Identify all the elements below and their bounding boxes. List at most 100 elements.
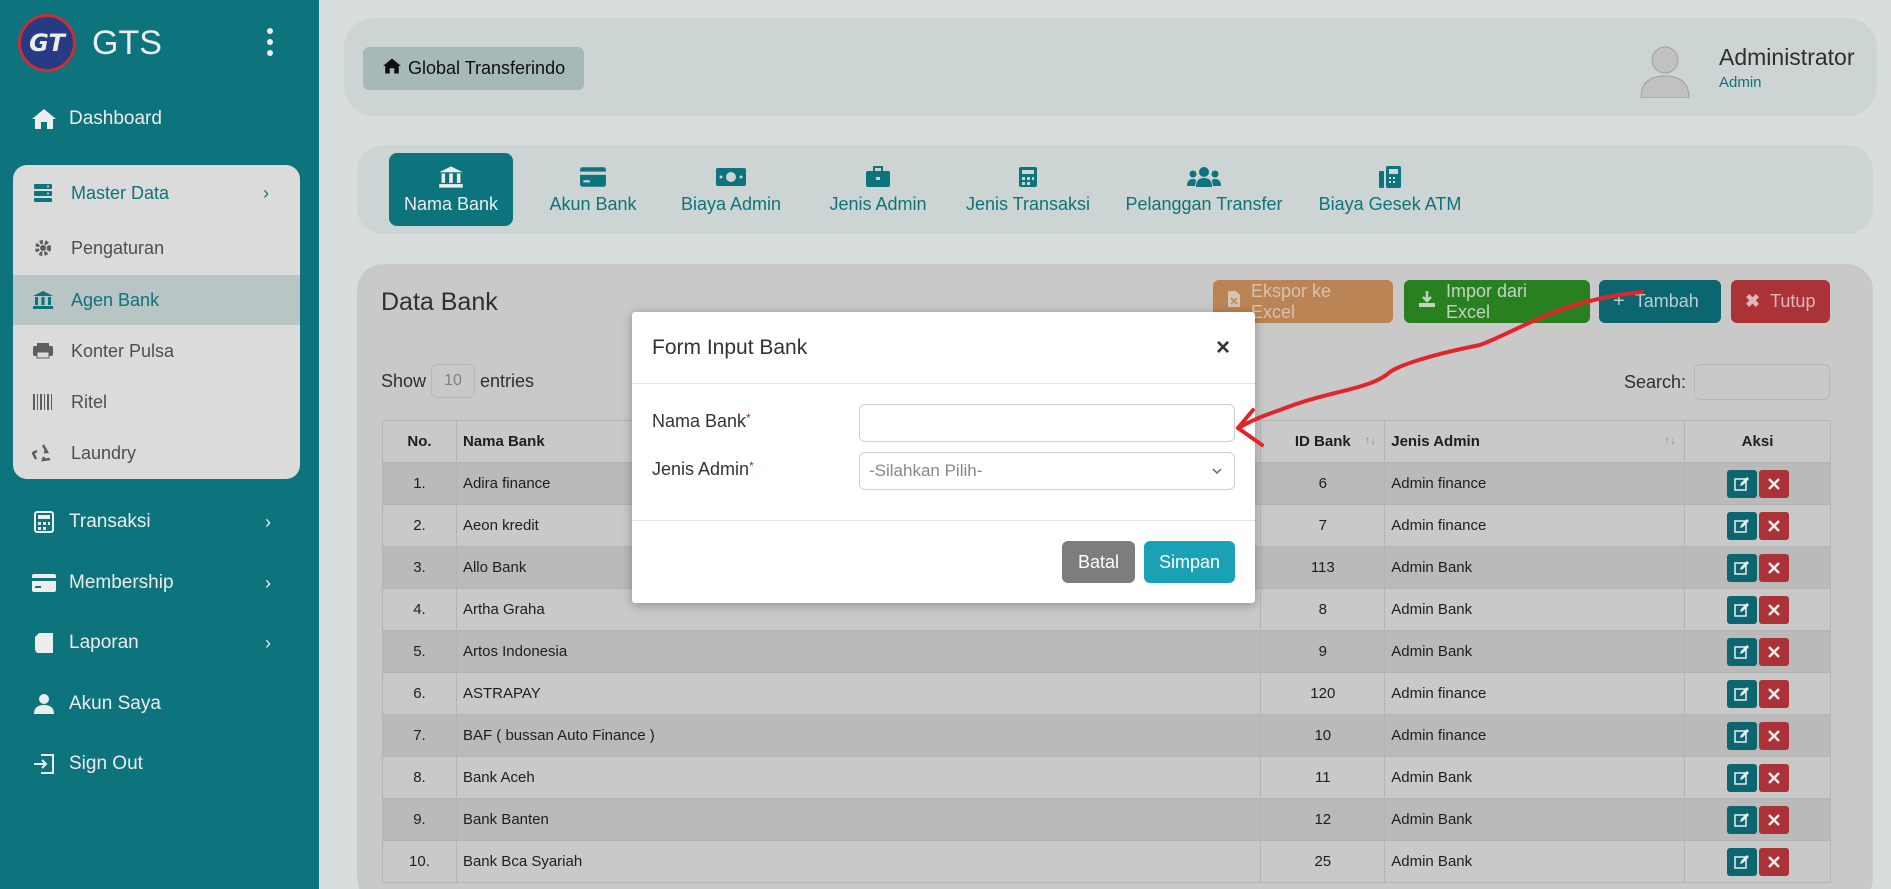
- edit-button[interactable]: [1726, 469, 1757, 498]
- tab-label: Biaya Admin: [680, 194, 782, 214]
- cell-id-bank: 25: [1260, 840, 1386, 883]
- delete-button[interactable]: [1758, 595, 1789, 624]
- tab-biaya-gesek-atm[interactable]: Biaya Gesek ATM: [1315, 153, 1465, 226]
- divider: [632, 383, 1255, 384]
- delete-button[interactable]: [1758, 637, 1789, 666]
- cell-jenis-admin: Admin finance: [1384, 672, 1686, 715]
- import-excel-button[interactable]: Impor dari Excel: [1404, 280, 1590, 323]
- kebab-menu-icon[interactable]: [267, 28, 273, 56]
- cell-id-bank: 113: [1260, 546, 1386, 589]
- cell-id-bank: 9: [1260, 630, 1386, 673]
- edit-icon: [1733, 518, 1749, 533]
- edit-button[interactable]: [1726, 805, 1757, 834]
- sidebar: GT GTS Dashboard Master Data › Pengatura…: [0, 0, 319, 889]
- close-icon: [1767, 729, 1780, 742]
- edit-button[interactable]: [1726, 847, 1757, 876]
- sidebar-item-dashboard[interactable]: Dashboard: [30, 107, 162, 131]
- sidebar-item-transaksi[interactable]: Transaksi ›: [30, 510, 271, 534]
- search-label: Search:: [1624, 372, 1687, 392]
- cell-id-bank: 8: [1260, 588, 1386, 631]
- briefcase-icon: [865, 164, 891, 190]
- show-entries: Show 10 entries: [381, 364, 534, 398]
- tab-pelanggan-transfer[interactable]: Pelanggan Transfer: [1123, 153, 1285, 226]
- sidebar-item-pengaturan[interactable]: Pengaturan: [13, 223, 300, 273]
- cancel-button[interactable]: Batal: [1062, 541, 1135, 583]
- file-excel-icon: [1227, 290, 1241, 313]
- cell-jenis-admin: Admin finance: [1384, 504, 1686, 547]
- delete-button[interactable]: [1758, 721, 1789, 750]
- sidebar-item-sign-out[interactable]: Sign Out: [30, 752, 143, 776]
- cell-no: 5.: [382, 630, 457, 673]
- user-name: Administrator: [1719, 44, 1855, 70]
- home-breadcrumb-button[interactable]: Global Transferindo: [363, 47, 585, 90]
- edit-button[interactable]: [1726, 763, 1757, 792]
- delete-button[interactable]: [1758, 847, 1789, 876]
- delete-button[interactable]: [1758, 511, 1789, 540]
- close-icon[interactable]: ×: [1216, 334, 1230, 362]
- sidebar-item-konter-pulsa[interactable]: Konter Pulsa: [13, 326, 300, 376]
- close-panel-button[interactable]: ✖ Tutup: [1731, 280, 1830, 323]
- edit-button[interactable]: [1726, 595, 1757, 624]
- col-no[interactable]: No.: [382, 420, 457, 463]
- delete-button[interactable]: [1758, 805, 1789, 834]
- edit-button[interactable]: [1726, 637, 1757, 666]
- tab-akun-bank[interactable]: Akun Bank: [541, 153, 645, 226]
- save-button[interactable]: Simpan: [1144, 541, 1235, 583]
- col-jenis-admin[interactable]: Jenis Admin ↑↓: [1384, 420, 1686, 463]
- cell-jenis-admin: Admin finance: [1384, 462, 1686, 505]
- cell-nama-bank: ASTRAPAY: [455, 672, 1262, 715]
- chevron-right-icon: ›: [265, 572, 271, 593]
- edit-button[interactable]: [1726, 721, 1757, 750]
- calculator-icon: [30, 510, 58, 534]
- table-row: 8. Bank Aceh 11 Admin Bank: [382, 756, 1831, 799]
- label-text: Nama Bank: [652, 411, 747, 431]
- col-id-bank[interactable]: ID Bank ↑↓: [1260, 420, 1386, 463]
- button-label: Tutup: [1770, 291, 1816, 311]
- tab-jenis-transaksi[interactable]: Jenis Transaksi: [965, 153, 1091, 226]
- close-icon: [1767, 687, 1780, 700]
- nama-bank-input[interactable]: [859, 404, 1235, 442]
- tab-jenis-admin[interactable]: Jenis Admin: [825, 153, 931, 226]
- delete-button[interactable]: [1758, 553, 1789, 582]
- brand[interactable]: GT GTS: [18, 14, 162, 72]
- sidebar-item-master-data[interactable]: Master Data ›: [13, 168, 300, 218]
- divider: [632, 520, 1255, 521]
- delete-button[interactable]: [1758, 763, 1789, 792]
- add-button[interactable]: + Tambah: [1599, 280, 1721, 323]
- jenis-admin-select[interactable]: -Silahkan Pilih-: [859, 452, 1235, 490]
- search-input[interactable]: [1694, 364, 1830, 400]
- cell-no: 3.: [382, 546, 457, 589]
- jenis-admin-label: Jenis Admin*: [652, 459, 754, 480]
- sidebar-item-agen-bank[interactable]: Agen Bank: [13, 275, 300, 325]
- bank-icon: [438, 164, 464, 190]
- button-label: Tambah: [1634, 291, 1699, 311]
- close-icon: [1767, 645, 1780, 658]
- edit-button[interactable]: [1726, 511, 1757, 540]
- edit-icon: [1733, 560, 1749, 575]
- edit-button[interactable]: [1726, 553, 1757, 582]
- chevron-right-icon: ›: [265, 632, 271, 653]
- table-row: 7. BAF ( bussan Auto Finance ) 10 Admin fin…: [382, 714, 1831, 757]
- cell-nama-bank: Bank Aceh: [455, 756, 1262, 799]
- edit-button[interactable]: [1726, 679, 1757, 708]
- tab-nama-bank[interactable]: Nama Bank: [389, 153, 513, 226]
- cell-aksi: [1684, 588, 1831, 631]
- tab-label: Jenis Transaksi: [965, 194, 1091, 214]
- sidebar-item-akun-saya[interactable]: Akun Saya: [30, 692, 161, 716]
- cell-aksi: [1684, 672, 1831, 715]
- cell-jenis-admin: Admin Bank: [1384, 840, 1686, 883]
- user-avatar[interactable]: [1638, 40, 1692, 99]
- sidebar-item-laundry[interactable]: Laundry: [13, 428, 300, 478]
- sidebar-item-membership[interactable]: Membership ›: [30, 571, 271, 595]
- entries-select[interactable]: 10: [431, 364, 476, 398]
- sidebar-item-ritel[interactable]: Ritel: [13, 377, 300, 427]
- sidebar-item-label: Konter Pulsa: [71, 340, 175, 361]
- cell-id-bank: 6: [1260, 462, 1386, 505]
- calculator-icon: [1018, 164, 1038, 190]
- delete-button[interactable]: [1758, 469, 1789, 498]
- recycle-icon: [30, 442, 56, 464]
- delete-button[interactable]: [1758, 679, 1789, 708]
- tab-biaya-admin[interactable]: Biaya Admin: [677, 153, 785, 226]
- sidebar-item-laporan[interactable]: Laporan ›: [30, 631, 271, 655]
- show-label: Show: [381, 370, 427, 391]
